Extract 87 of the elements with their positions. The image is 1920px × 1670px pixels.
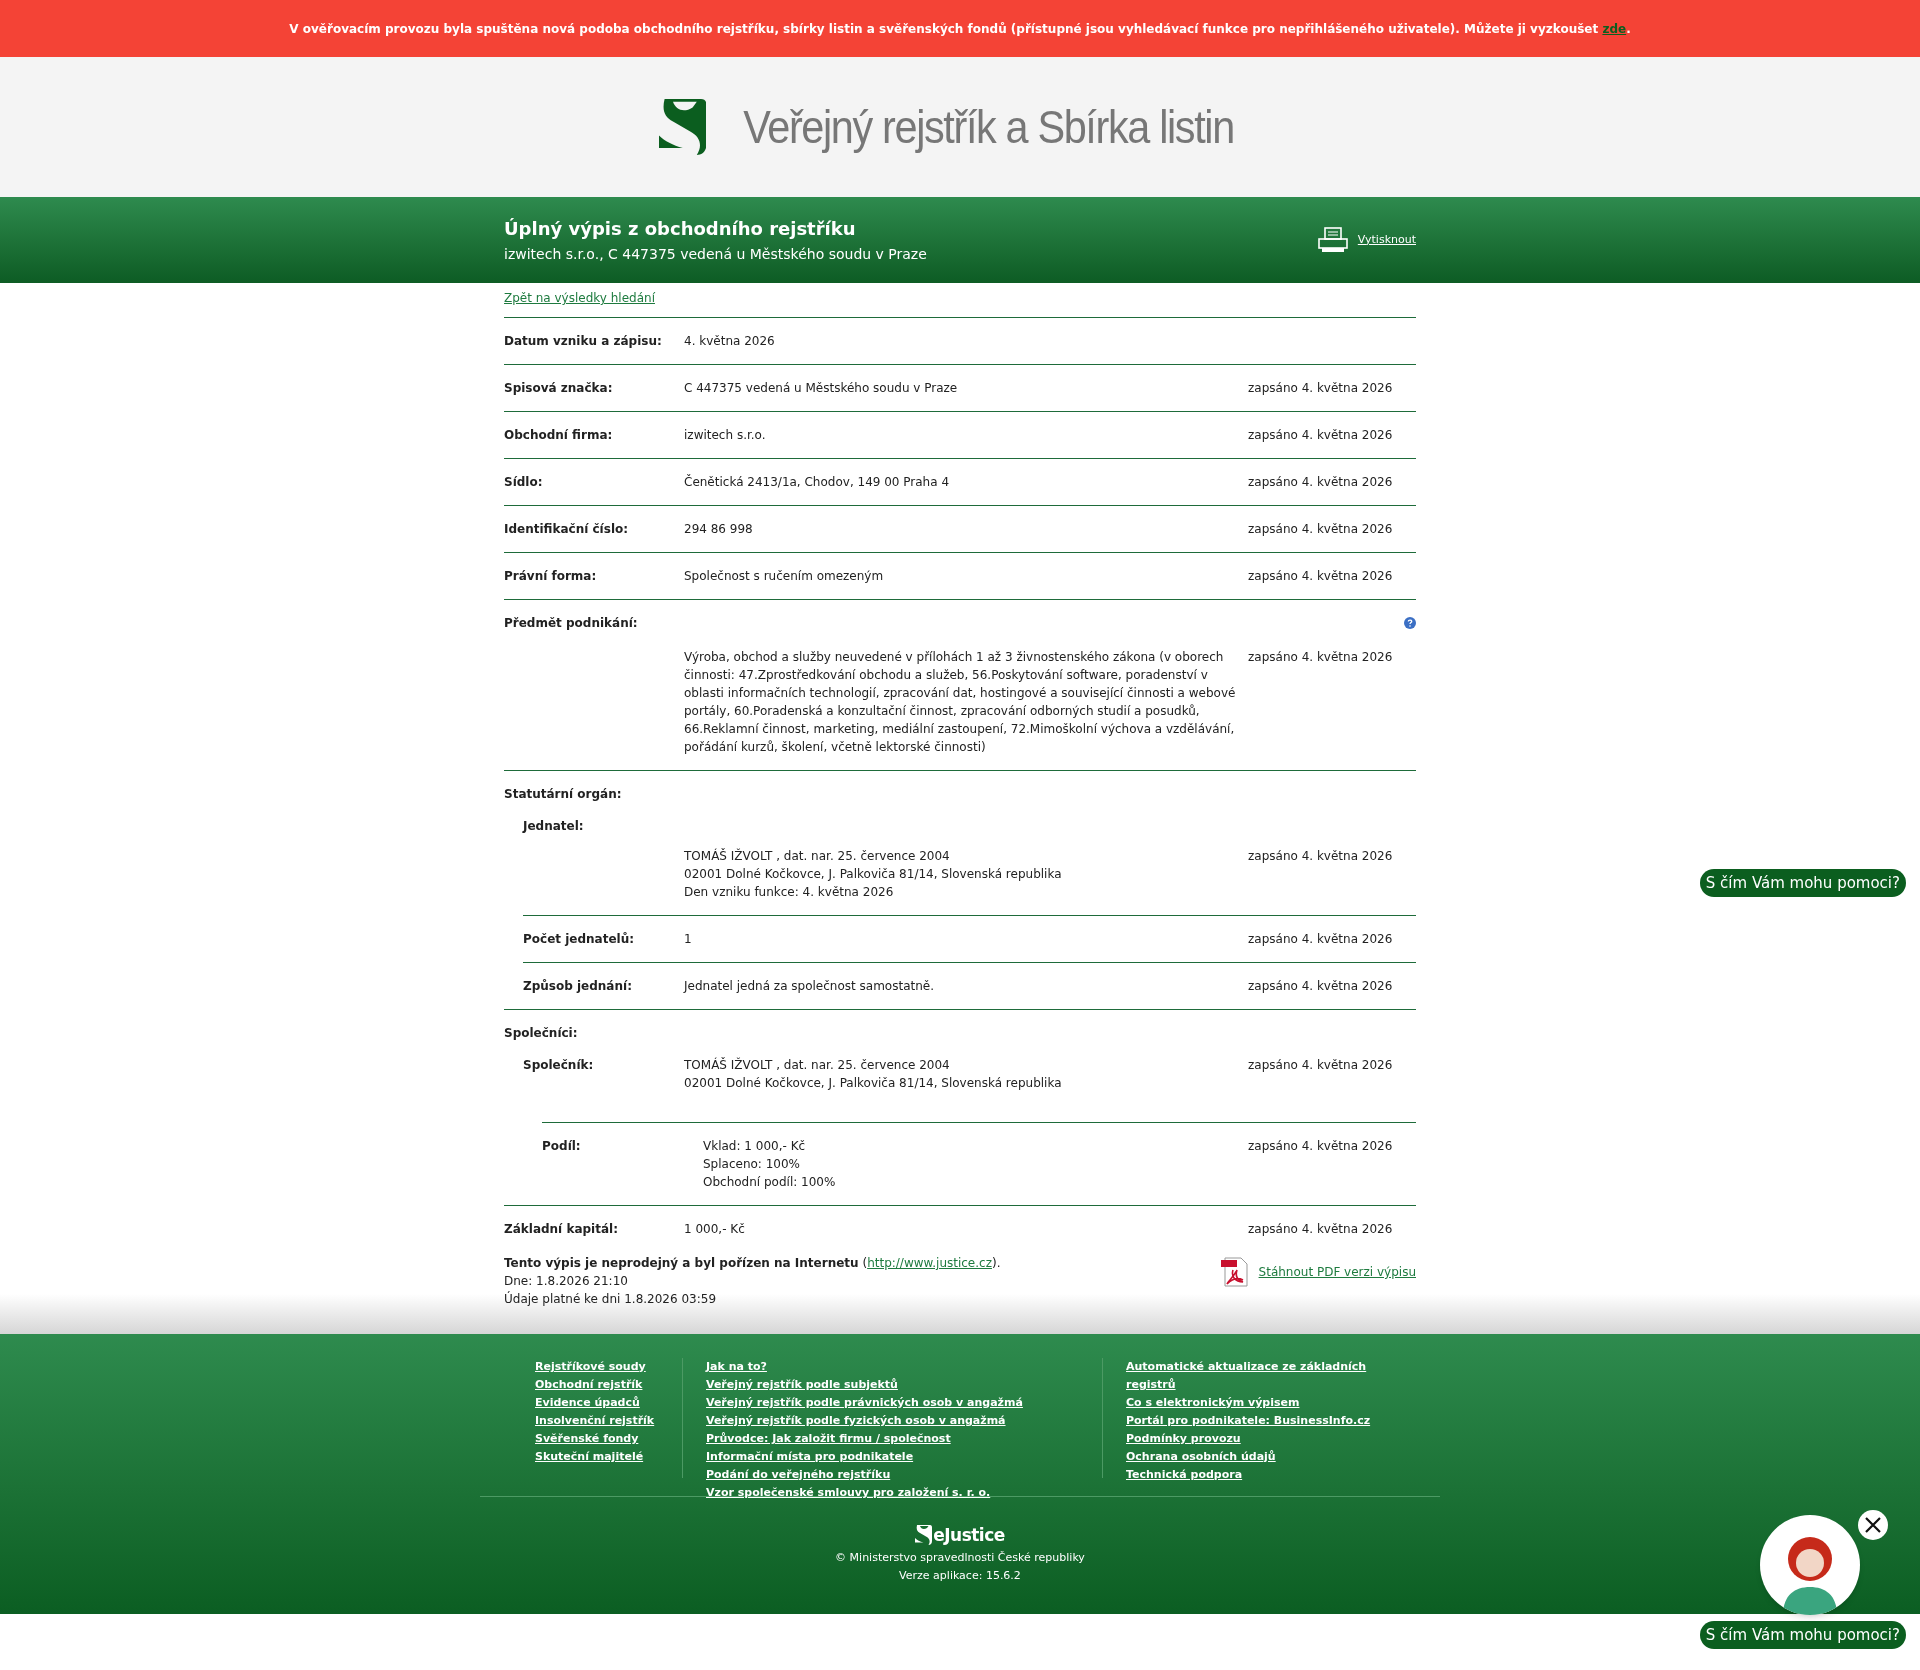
notice-text: Tento výpis je neprodejný a byl pořízen na Internetu (http://www.justice.cz). — [504, 1255, 1001, 1272]
entry-value: 1 — [684, 931, 693, 948]
entry-label: Datum vzniku a zápisu: — [504, 333, 663, 350]
entry-label: Identifikační číslo: — [504, 521, 630, 538]
entry-value: 02001 Dolné Kočkovce, J. Palkoviča 81/14, Slovenská republika — [684, 866, 1063, 883]
justice-link[interactable]: http://www.justice.cz — [867, 1256, 992, 1270]
recorded-date: zapsáno 4. května 2026 — [1248, 521, 1394, 538]
page-title: Úplný výpis z obchodního rejstříku — [504, 217, 857, 241]
footer-link[interactable]: Podmínky provozu — [1126, 1430, 1373, 1448]
footer-link[interactable]: Ochrana osobních údajů — [1126, 1448, 1373, 1466]
footer-link[interactable]: Veřejný rejstřík podle fyzických osob v angažmá — [706, 1412, 1102, 1430]
entry-value: Společnost s ručením omezeným — [684, 568, 885, 585]
recorded-date: zapsáno 4. května 2026 — [1248, 474, 1394, 491]
entry-value: 02001 Dolné Kočkovce, J. Palkoviča 81/14, Slovenská republika — [684, 1075, 1063, 1092]
entry-label: Spisová značka: — [504, 380, 614, 397]
entry-value: C 447375 vedená u Městského soudu v Praze — [684, 380, 959, 397]
entry-value: 1 000,- Kč — [684, 1221, 746, 1238]
footer-link[interactable]: Co s elektronickým výpisem — [1126, 1394, 1373, 1412]
entry-label: Statutární orgán: — [504, 786, 623, 803]
recorded-date: zapsáno 4. května 2026 — [1248, 380, 1394, 397]
extract-date: Dne: 1.8.2026 21:10 — [504, 1273, 629, 1290]
footer-link[interactable]: Svěřenské fondy — [535, 1430, 682, 1448]
close-icon — [1864, 1516, 1882, 1534]
back-link[interactable]: Zpět na výsledky hledání — [504, 291, 655, 305]
print-link[interactable]: Vytisknout — [1357, 231, 1416, 249]
entry-label: Podíl: — [542, 1138, 582, 1155]
recorded-date: zapsáno 4. května 2026 — [1248, 427, 1394, 444]
footer-link[interactable]: Technická podpora — [1126, 1466, 1373, 1484]
entry-value: Jednatel jedná za společnost samostatně. — [684, 978, 935, 995]
app-version: Verze aplikace: 15.6.2 — [899, 1568, 1021, 1584]
entry-value: 4. května 2026 — [684, 333, 776, 350]
footer-link[interactable]: Informační místa pro podnikatele — [706, 1448, 1102, 1466]
printer-icon[interactable] — [1317, 227, 1348, 253]
footer-brand: eJustice — [933, 1526, 1005, 1544]
footer-link[interactable]: Portál pro podnikatele: BusinessInfo.cz — [1126, 1412, 1373, 1430]
footer-link[interactable]: Veřejný rejstřík podle subjektů — [706, 1376, 1102, 1394]
entry-label: Právní forma: — [504, 568, 598, 585]
footer-link[interactable]: Veřejný rejstřík podle právnických osob v angažmá — [706, 1394, 1102, 1412]
recorded-date: zapsáno 4. května 2026 — [1248, 848, 1394, 865]
footer-copyright: © Ministerstvo spravedlnosti České republiky — [835, 1550, 1085, 1566]
footer-link[interactable]: Obchodní rejstřík — [535, 1376, 682, 1394]
footer-link[interactable]: Podání do veřejného rejstříku — [706, 1466, 1102, 1484]
footer-link[interactable]: Insolvenční rejstřík — [535, 1412, 682, 1430]
chat-prompt-button[interactable]: S čím Vám mohu pomoci? — [1699, 1621, 1906, 1649]
footer-link[interactable]: Automatické aktualizace ze základních registrů — [1126, 1358, 1373, 1394]
entry-label: Způsob jednání: — [523, 978, 633, 995]
entry-label: Jednatel: — [523, 818, 584, 835]
entry-value: TOMÁŠ IŽVOLT , dat. nar. 25. července 2004 — [684, 847, 951, 865]
entry-label: Obchodní firma: — [504, 427, 614, 444]
entry-value: TOMÁŠ IŽVOLT , dat. nar. 25. července 2004 — [684, 1056, 951, 1074]
recorded-date: zapsáno 4. května 2026 — [1248, 649, 1394, 666]
entry-value: Čenětická 2413/1a, Chodov, 149 00 Praha 4 — [684, 473, 951, 491]
site-logo-text: Veřejný rejstřík a Sbírka listin — [743, 99, 1235, 155]
ejustice-logo-icon — [915, 1525, 933, 1545]
entry-label: Počet jednatelů: — [523, 931, 636, 948]
logo-icon — [658, 99, 707, 155]
entry-value: Obchodní podíl: 100% — [703, 1174, 837, 1191]
pdf-icon[interactable] — [1218, 1256, 1251, 1288]
footer-link[interactable]: Skuteční majitelé — [535, 1448, 682, 1466]
recorded-date: zapsáno 4. května 2026 — [1248, 931, 1394, 948]
footer-link[interactable]: Evidence úpadců — [535, 1394, 682, 1412]
entry-value: Vklad: 1 000,- Kč — [703, 1138, 807, 1155]
entry-value: Výroba, obchod a služby neuvedené v přílohách 1 až 3 živnostenského zákona (v oborech činnosti: 47.Zprostředkování obchodu a služeb, 56.Poskytování software, poradenství v oblasti informačních technologií, zpracování dat, hostingové a související činnosti a webové portály, 60.Poradenská a konzultační činnost, zpracování odborných studií a posudků, 66.Reklamní činnost, marketing, mediální zastoupení, 72.Mimoškolní výchova a vzdělávání, pořádání kurzů, školení, včetně lektorské činnosti) — [684, 649, 1237, 756]
entry-value: Splaceno: 100% — [703, 1156, 801, 1173]
entry-label: Sídlo: — [504, 474, 544, 491]
recorded-date: zapsáno 4. května 2026 — [1248, 1057, 1394, 1074]
entry-label: Předmět podnikání: — [504, 615, 638, 632]
entry-label: Společník: — [523, 1057, 595, 1074]
entry-label: Základní kapitál: — [504, 1221, 619, 1238]
entry-value: 294 86 998 — [684, 521, 754, 538]
footer-link[interactable]: Rejstříkové soudy — [535, 1358, 682, 1376]
entry-value: izwitech s.r.o. — [684, 427, 767, 444]
recorded-date: zapsáno 4. května 2026 — [1248, 1221, 1394, 1238]
footer-link[interactable]: Jak na to? — [706, 1358, 1102, 1376]
recorded-date: zapsáno 4. května 2026 — [1248, 978, 1394, 995]
data-valid-date: Údaje platné ke dni 1.8.2026 03:59 — [504, 1290, 718, 1308]
entry-label: Společníci: — [504, 1025, 579, 1042]
footer-link[interactable]: Průvodce: Jak založit firmu / společnost — [706, 1430, 1102, 1448]
pdf-download-link[interactable]: Stáhnout PDF verzi výpisu — [1258, 1263, 1416, 1281]
chat-prompt-button[interactable]: S čím Vám mohu pomoci? — [1699, 869, 1906, 897]
recorded-date: zapsáno 4. května 2026 — [1248, 1138, 1394, 1155]
page-subtitle: izwitech s.r.o., C 447375 vedená u Městského soudu v Praze — [504, 245, 927, 264]
entry-value: Den vzniku funkce: 4. května 2026 — [684, 884, 895, 901]
recorded-date: zapsáno 4. května 2026 — [1248, 568, 1394, 585]
help-icon[interactable] — [1404, 617, 1416, 629]
footer-link[interactable]: Vzor společenské smlouvy pro založení s. r. o. — [706, 1484, 1102, 1502]
banner-text: V ověřovacím provozu byla spuštěna nová podoba obchodního rejstříku, sbírky listin a svěřenských fondů (přístupné jsou vyhledávací funkce pro nepřihlášeného uživatele). Můžete ji vyzkoušet zde. — [289, 20, 1631, 38]
